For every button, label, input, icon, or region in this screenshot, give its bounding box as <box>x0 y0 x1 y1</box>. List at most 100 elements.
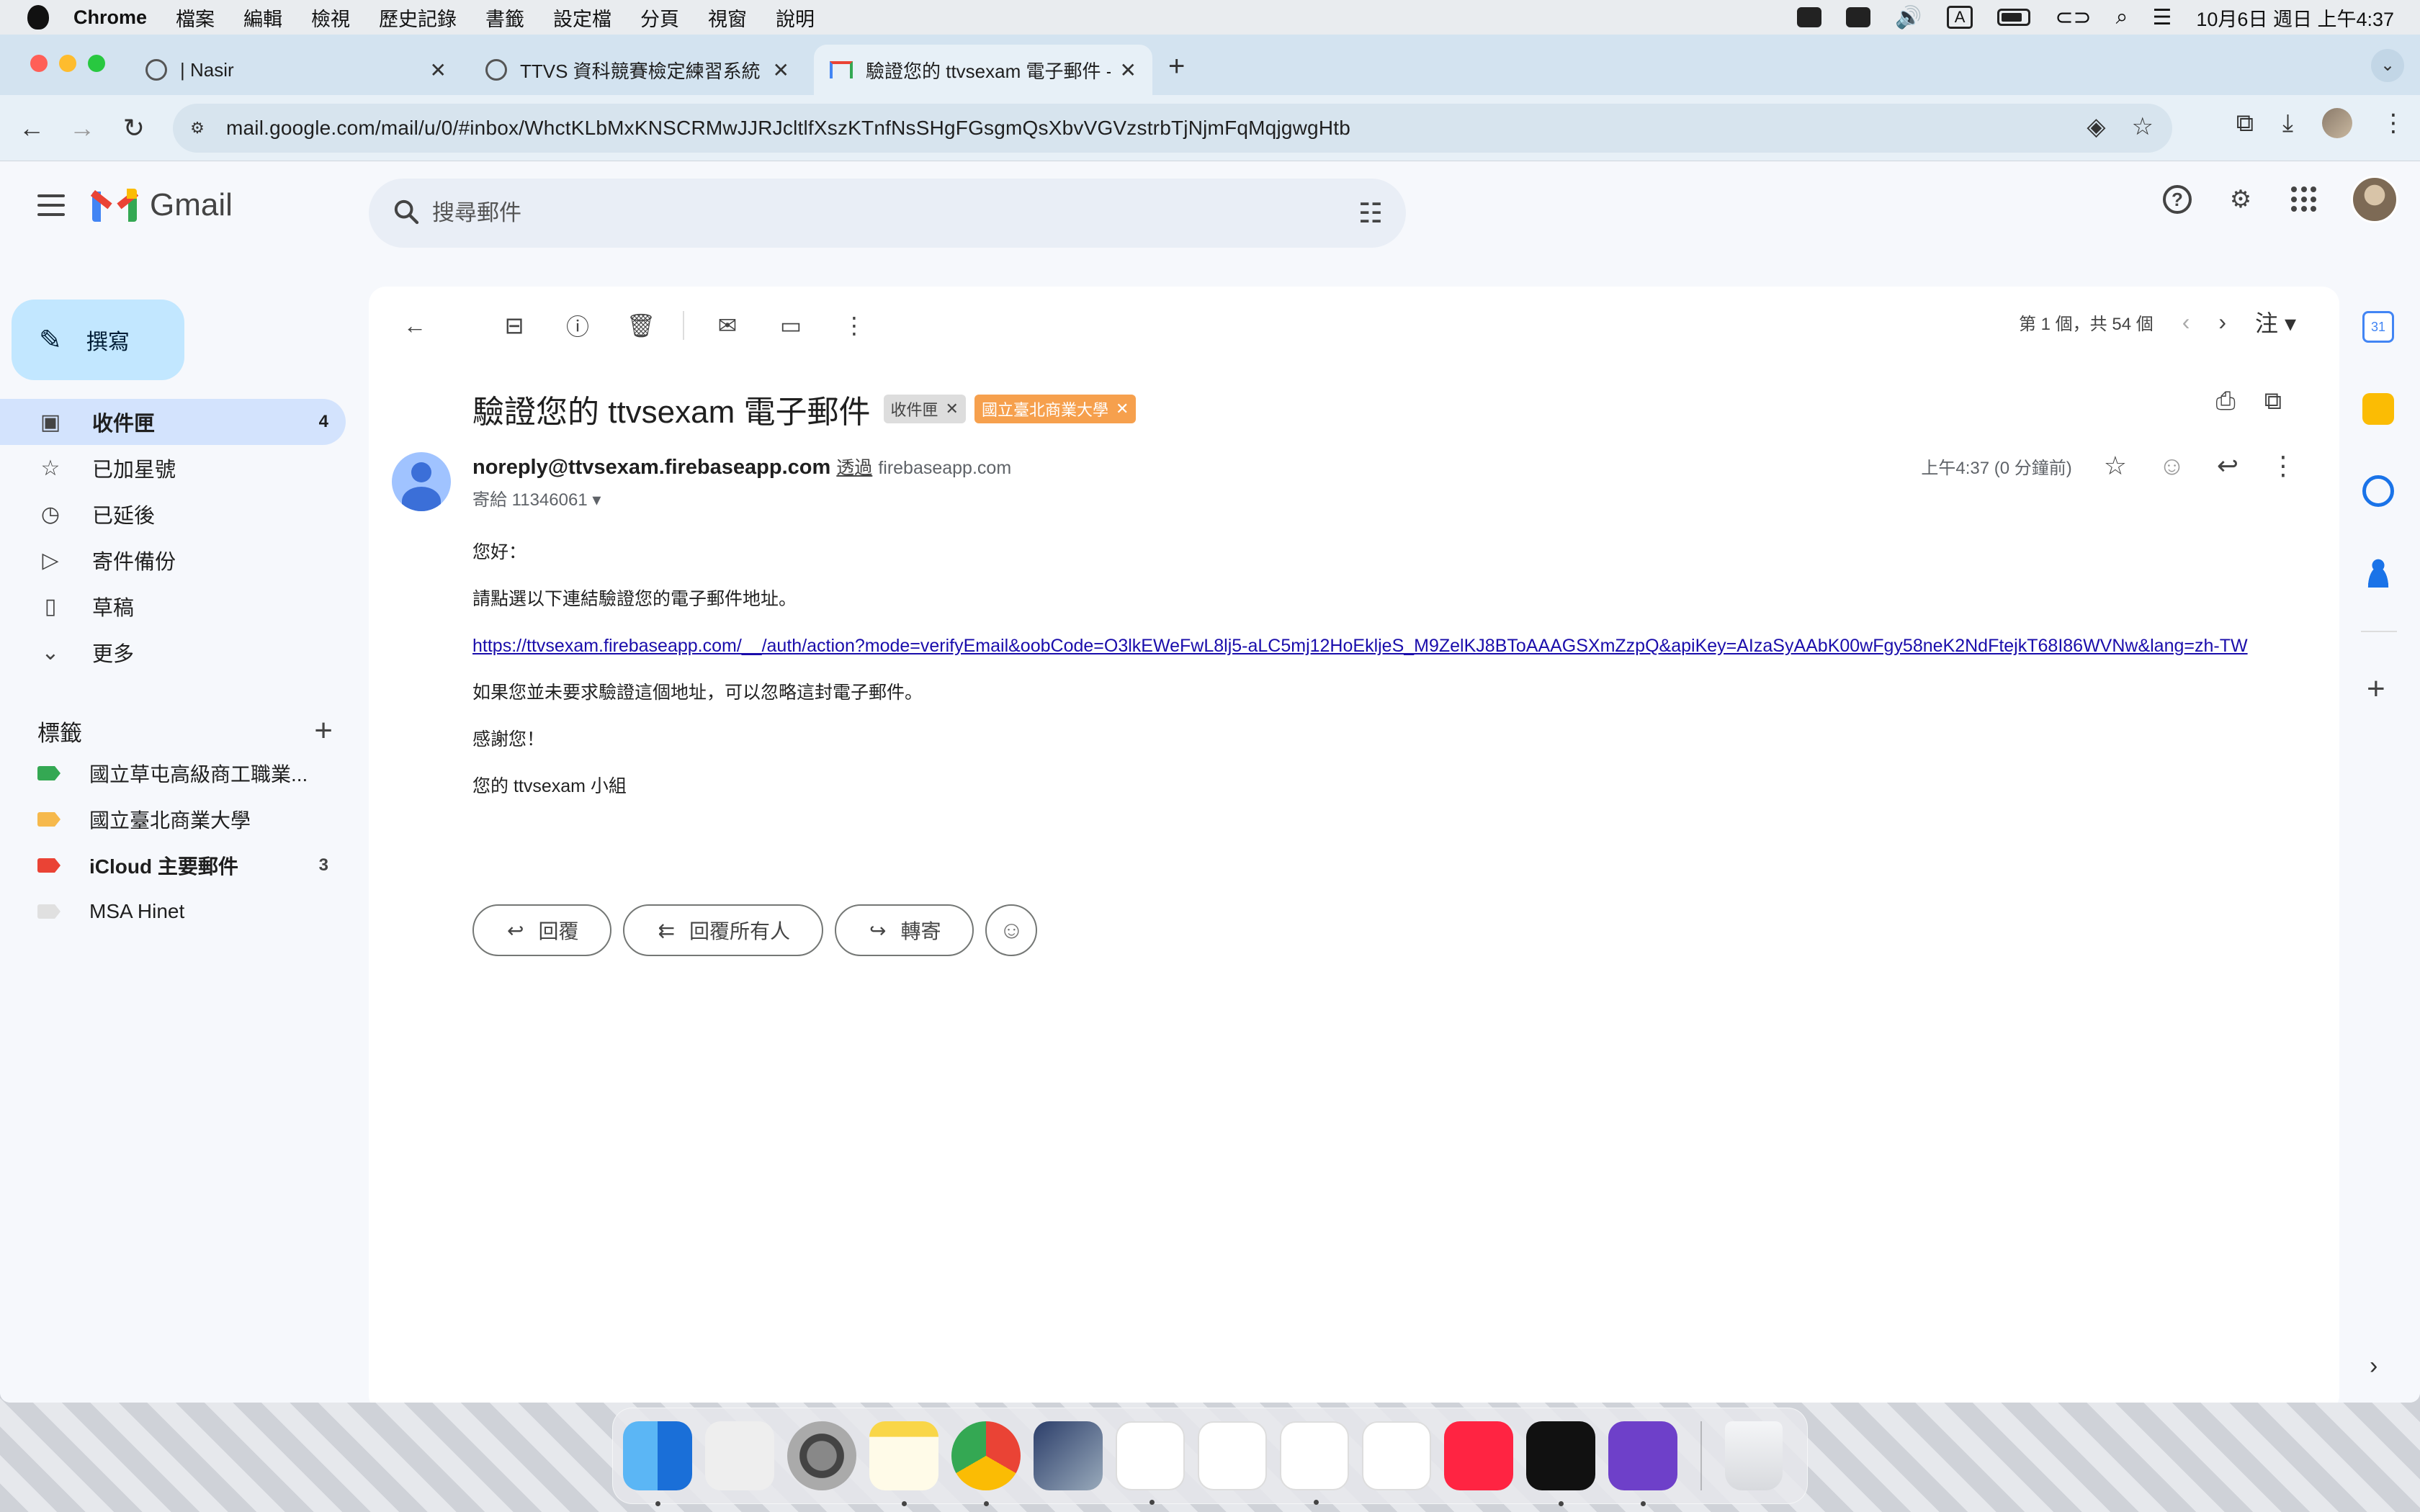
search-input[interactable] <box>432 192 1296 235</box>
search-icon[interactable] <box>392 197 421 226</box>
inbox-chip[interactable]: 收件匣 ✕ <box>883 395 966 423</box>
control-center-icon[interactable]: ☰ <box>2152 5 2172 30</box>
terminal-icon[interactable] <box>1526 1421 1595 1506</box>
via-link[interactable]: 透過 <box>836 454 872 480</box>
volume-icon[interactable]: 🔊 <box>1895 5 1922 30</box>
word-icon[interactable] <box>1198 1421 1267 1490</box>
google-apps-grid-icon[interactable] <box>2287 183 2321 216</box>
keep-icon[interactable] <box>2362 393 2394 425</box>
older-chevron-right-icon[interactable]: › <box>2218 309 2226 336</box>
mark-unread-icon[interactable]: ✉ <box>706 304 749 347</box>
new-tab-plus-icon[interactable]: + <box>1168 50 1185 83</box>
back-arrow-icon[interactable]: ← <box>16 112 48 144</box>
input-source-icon[interactable]: A <box>1946 6 1973 29</box>
vscode-icon[interactable] <box>1116 1421 1185 1505</box>
add-reaction-emoji-icon[interactable]: ☺ <box>2159 451 2185 481</box>
zoom-window-button[interactable] <box>88 55 105 72</box>
more-kebab-icon[interactable]: ⋮ <box>2270 451 2296 481</box>
bookmark-star-icon[interactable]: ☆ <box>2132 112 2154 141</box>
chrome-icon[interactable] <box>951 1421 1021 1506</box>
apple-menu-icon[interactable] <box>27 5 49 30</box>
emoji-reaction-button[interactable]: ☺ <box>985 904 1038 956</box>
caret-down-icon[interactable]: ▾ <box>592 490 601 510</box>
compose-button[interactable]: ✎ 撰寫 <box>12 300 184 380</box>
extensions-puzzle-icon[interactable]: ⧉ <box>2236 109 2254 138</box>
site-settings-icon[interactable]: ⚙ <box>183 114 212 143</box>
sidebar-item-drafts[interactable]: ▯ 草稿 <box>0 583 346 629</box>
gmail-logo[interactable]: Gmail <box>90 187 233 223</box>
tab-close-icon[interactable]: ✕ <box>1120 58 1137 82</box>
more-options-kebab-icon[interactable]: ⋮ <box>833 304 876 347</box>
support-help-icon[interactable]: ? <box>2161 183 2194 216</box>
tab-close-icon[interactable]: ✕ <box>773 58 789 82</box>
print-icon[interactable]: ⎙ <box>2216 387 2236 415</box>
move-to-folder-icon[interactable]: ▭ <box>769 304 812 347</box>
link-icon[interactable]: ⊂⊃ <box>2055 5 2091 30</box>
settings-gear-icon[interactable]: ⚙ <box>2224 183 2257 216</box>
excel-icon[interactable] <box>1280 1421 1349 1505</box>
reply-arrow-icon[interactable]: ↩ <box>2217 451 2238 481</box>
sidebar-item-starred[interactable]: ☆ 已加星號 <box>0 445 346 491</box>
reply-button[interactable]: ↩ 回覆 <box>472 904 612 956</box>
finder-icon[interactable] <box>623 1421 692 1506</box>
label-chip[interactable]: 國立臺北商業大學 ✕ <box>974 395 1137 423</box>
notes-icon[interactable] <box>869 1421 938 1506</box>
address-bar[interactable]: ⚙ mail.google.com/mail/u/0/#inbox/WhctKL… <box>173 104 2172 153</box>
lens-icon[interactable]: ◈ <box>2087 112 2105 141</box>
battery-icon[interactable] <box>1997 9 2031 26</box>
sidebar-item-more[interactable]: ⌄ 更多 <box>0 629 346 675</box>
menu-help[interactable]: 說明 <box>776 4 815 32</box>
menu-tab[interactable]: 分頁 <box>640 4 679 32</box>
input-tools-button[interactable]: 注 ▾ <box>2255 305 2296 338</box>
show-side-panel-chevron-icon[interactable]: › <box>2370 1352 2378 1380</box>
label-item[interactable]: MSA Hinet <box>0 888 346 935</box>
github-desktop-icon[interactable] <box>1608 1421 1677 1506</box>
minimize-window-button[interactable] <box>59 55 76 72</box>
xiaohongshu-icon[interactable] <box>1444 1421 1513 1490</box>
verify-link[interactable]: https://ttvsexam.firebaseapp.com/__/auth… <box>472 636 2248 656</box>
newer-chevron-left-icon[interactable]: ‹ <box>2182 309 2190 336</box>
spotlight-search-icon[interactable]: ⌕ <box>2116 5 2128 30</box>
launchpad-icon[interactable] <box>705 1421 774 1490</box>
tab-nasir[interactable]: | Nasir ✕ <box>130 45 462 95</box>
reply-all-button[interactable]: ⇇ 回覆所有人 <box>623 904 823 956</box>
add-label-plus-icon[interactable]: + <box>314 713 333 749</box>
tab-close-icon[interactable]: ✕ <box>430 58 447 82</box>
chrome-menu-kebab-icon[interactable]: ⋮ <box>2381 109 2406 138</box>
tasks-icon[interactable] <box>2362 475 2394 507</box>
get-addons-plus-icon[interactable]: + <box>2367 671 2385 707</box>
label-item[interactable]: 國立草屯高級商工職業... <box>0 750 346 796</box>
label-item[interactable]: iCloud 主要郵件 3 <box>0 842 346 888</box>
address-url[interactable]: mail.google.com/mail/u/0/#inbox/WhctKLbM… <box>226 117 1350 140</box>
star-icon[interactable]: ☆ <box>2104 451 2127 481</box>
forward-arrow-icon[interactable]: → <box>66 112 98 144</box>
calendar-icon[interactable]: 31 <box>2362 311 2394 343</box>
close-window-button[interactable] <box>30 55 48 72</box>
main-menu-icon[interactable] <box>37 194 65 216</box>
trash-icon[interactable] <box>1725 1421 1783 1490</box>
menu-history[interactable]: 歷史記錄 <box>379 4 457 32</box>
menubar-clock[interactable]: 10月6日 週日 上午4:37 <box>2196 4 2394 32</box>
forward-button[interactable]: ↪ 轉寄 <box>834 904 974 956</box>
sidebar-item-sent[interactable]: ▷ 寄件備份 <box>0 537 346 583</box>
back-to-inbox-arrow-icon[interactable]: ← <box>393 304 436 347</box>
menu-bookmarks[interactable]: 書籤 <box>485 4 524 32</box>
sidebar-item-inbox[interactable]: ▣ 收件匣 4 <box>0 399 346 445</box>
sender-email[interactable]: noreply@ttvsexam.firebaseapp.com <box>472 456 830 480</box>
menu-file[interactable]: 檔案 <box>176 4 215 32</box>
system-settings-icon[interactable] <box>787 1421 856 1490</box>
powerpoint-icon[interactable] <box>1362 1421 1431 1490</box>
menu-app-name[interactable]: Chrome <box>73 6 147 29</box>
chrome-profile-avatar[interactable] <box>2322 108 2352 138</box>
report-spam-icon[interactable]: ⓘ <box>556 304 599 347</box>
tab-ttvs[interactable]: TTVS 資科競賽檢定練習系統 ✕ <box>470 45 805 95</box>
tab-search-chevron-icon[interactable]: ⌄ <box>2371 49 2404 82</box>
search-options-tune-icon[interactable]: ☷ <box>1358 197 1383 230</box>
label-item[interactable]: 國立臺北商業大學 <box>0 796 346 842</box>
open-new-window-icon[interactable]: ⧉ <box>2264 387 2282 415</box>
delete-trash-icon[interactable]: 🗑 <box>619 304 663 347</box>
parallels-icon[interactable] <box>1034 1421 1103 1490</box>
reload-icon[interactable]: ↻ <box>118 112 150 144</box>
menu-edit[interactable]: 編輯 <box>243 4 282 32</box>
status-cursor-app-icon[interactable] <box>1846 7 1871 27</box>
